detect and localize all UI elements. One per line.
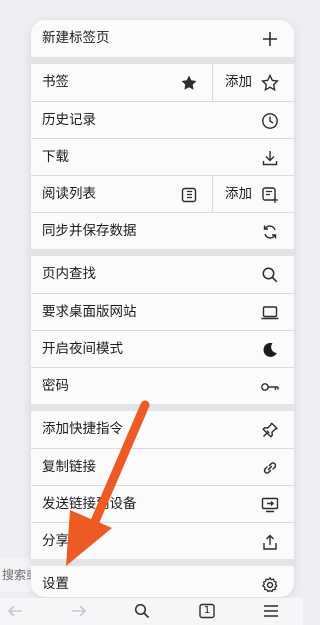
menu-separator — [31, 249, 294, 256]
key-icon — [260, 377, 280, 397]
add-bookmark-button[interactable]: 添加 — [225, 64, 252, 101]
menu-item-label: 开启夜间模式 — [42, 341, 123, 357]
pin-icon — [260, 420, 280, 440]
split-divider — [212, 64, 213, 101]
menu-item-label: 设置 — [42, 576, 69, 592]
tabs-icon[interactable]: 1 — [196, 601, 218, 621]
menu-item-label: 要求桌面版网站 — [42, 304, 137, 320]
menu-item-find-in-page[interactable]: 页内查找 — [31, 256, 294, 293]
menu-item-label: 添加快捷指令 — [42, 421, 123, 437]
menu-item-settings[interactable]: 设置 — [31, 566, 294, 597]
search-icon — [260, 265, 280, 285]
tab-count: 1 — [203, 605, 211, 616]
add-reading-list-button[interactable]: 添加 — [225, 176, 252, 213]
menu-item-label: 历史记录 — [42, 112, 96, 128]
share-icon — [260, 532, 280, 552]
app-menu: 新建标签页 书签 添加 历史记录 下载 阅读列表 添加 同步并保存数据 页内查找… — [31, 20, 294, 597]
menu-item-label: 阅读列表 — [42, 186, 96, 202]
menu-separator — [31, 404, 294, 411]
star-outline-icon[interactable] — [260, 73, 280, 93]
moon-icon — [260, 340, 280, 360]
download-icon — [260, 148, 280, 168]
menu-item-label: 同步并保存数据 — [42, 223, 137, 239]
menu-separator — [31, 57, 294, 64]
menu-item-sync[interactable]: 同步并保存数据 — [31, 212, 294, 249]
search-icon[interactable] — [131, 601, 153, 621]
link-icon — [260, 458, 280, 478]
menu-item-label: 下载 — [42, 149, 69, 165]
menu-separator — [31, 559, 294, 566]
menu-item-desktop-site[interactable]: 要求桌面版网站 — [31, 293, 294, 330]
menu-icon[interactable] — [260, 601, 282, 621]
laptop-icon — [260, 303, 280, 323]
menu-item-send-to-device[interactable]: 发送链接到设备 — [31, 485, 294, 522]
menu-item-night-mode[interactable]: 开启夜间模式 — [31, 330, 294, 367]
menu-item-label: 密码 — [42, 378, 69, 394]
menu-item-add-shortcut[interactable]: 添加快捷指令 — [31, 411, 294, 448]
split-divider — [212, 176, 213, 213]
menu-item-downloads[interactable]: 下载 — [31, 138, 294, 175]
menu-item-label: 书签 — [42, 74, 69, 90]
menu-item-copy-link[interactable]: 复制链接 — [31, 448, 294, 485]
bottom-toolbar: 1 — [0, 598, 303, 625]
menu-item-label: 发送链接到设备 — [42, 496, 137, 512]
menu-item-history[interactable]: 历史记录 — [31, 101, 294, 138]
back-arrow-icon[interactable] — [4, 601, 26, 621]
forward-arrow-icon[interactable] — [68, 601, 90, 621]
plus-icon — [260, 29, 280, 49]
menu-item-new-tab[interactable]: 新建标签页 — [31, 20, 294, 57]
menu-item-share[interactable]: 分享 — [31, 522, 294, 559]
menu-item-label: 页内查找 — [42, 266, 96, 282]
gear-icon — [260, 575, 280, 595]
clock-icon — [260, 111, 280, 131]
menu-item-label: 复制链接 — [42, 459, 96, 475]
send-to-device-icon — [260, 495, 280, 515]
sync-icon — [260, 222, 280, 242]
menu-item-reading-list[interactable]: 阅读列表 添加 — [31, 175, 294, 213]
menu-item-label: 新建标签页 — [42, 30, 110, 46]
menu-item-label: 分享 — [42, 533, 69, 549]
reading-list-icon — [179, 185, 199, 205]
reading-list-add-icon[interactable] — [260, 185, 280, 205]
menu-item-passwords[interactable]: 密码 — [31, 367, 294, 404]
menu-item-bookmarks[interactable]: 书签 添加 — [31, 64, 294, 101]
star-filled-icon — [179, 73, 199, 93]
